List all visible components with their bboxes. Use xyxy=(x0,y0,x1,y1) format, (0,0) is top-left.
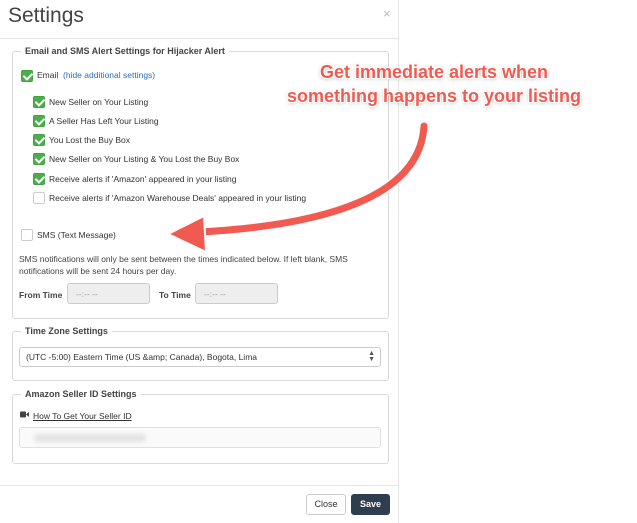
header-divider xyxy=(0,38,398,39)
email-row: Email (hide additional settings) xyxy=(37,70,155,80)
warehouse-deals-checkbox[interactable] xyxy=(33,192,45,204)
modal-title: Settings xyxy=(8,4,84,27)
from-time-label: From Time xyxy=(19,290,63,300)
amazon-alert-checkbox[interactable] xyxy=(33,173,45,185)
seller-left-label: A Seller Has Left Your Listing xyxy=(49,116,159,126)
new-seller-lost-buybox-label: New Seller on Your Listing & You Lost th… xyxy=(49,154,240,164)
new-seller-label: New Seller on Your Listing xyxy=(49,97,149,107)
new-seller-lost-buybox-checkbox[interactable] xyxy=(33,153,45,165)
seller-id-legend: Amazon Seller ID Settings xyxy=(25,389,137,399)
seller-id-input[interactable] xyxy=(19,427,381,448)
to-time-label: To Time xyxy=(159,290,191,300)
from-time-input[interactable]: --:-- -- xyxy=(67,283,150,304)
seller-id-help-link[interactable]: How To Get Your Seller ID xyxy=(33,411,132,421)
lost-buybox-checkbox[interactable] xyxy=(33,134,45,146)
to-time-input[interactable]: --:-- -- xyxy=(195,283,278,304)
sms-note: SMS notifications will only be sent betw… xyxy=(19,254,348,276)
email-sms-legend: Email and SMS Alert Settings for Hijacke… xyxy=(25,46,225,56)
seller-id-redacted-value xyxy=(34,434,146,442)
timezone-legend: Time Zone Settings xyxy=(25,326,108,336)
warehouse-deals-label: Receive alerts if 'Amazon Warehouse Deal… xyxy=(49,193,307,203)
hide-settings-link[interactable]: (hide additional settings) xyxy=(63,70,155,80)
email-label: Email xyxy=(37,70,59,80)
callout-text: Get immediate alerts when something happ… xyxy=(256,60,612,108)
footer-divider xyxy=(0,485,398,486)
close-button[interactable]: Close xyxy=(306,494,346,515)
save-button[interactable]: Save xyxy=(351,494,390,515)
timezone-select[interactable]: (UTC -5:00) Eastern Time (US &amp; Canad… xyxy=(19,347,381,367)
sms-label: SMS (Text Message) xyxy=(37,230,116,240)
sms-checkbox[interactable] xyxy=(21,229,33,241)
lost-buybox-label: You Lost the Buy Box xyxy=(49,135,130,145)
timezone-value: (UTC -5:00) Eastern Time (US &amp; Canad… xyxy=(26,352,258,362)
callout-line-1: Get immediate alerts when xyxy=(319,62,549,82)
close-icon[interactable]: × xyxy=(383,6,391,21)
video-camera-icon xyxy=(20,411,29,418)
new-seller-checkbox[interactable] xyxy=(33,96,45,108)
email-checkbox[interactable] xyxy=(21,70,33,82)
seller-left-checkbox[interactable] xyxy=(33,115,45,127)
select-caret-icon: ▲ ▼ xyxy=(368,350,375,363)
amazon-alert-label: Receive alerts if 'Amazon' appeared in y… xyxy=(49,174,237,184)
callout-line-2: something happens to your listing xyxy=(286,86,581,106)
